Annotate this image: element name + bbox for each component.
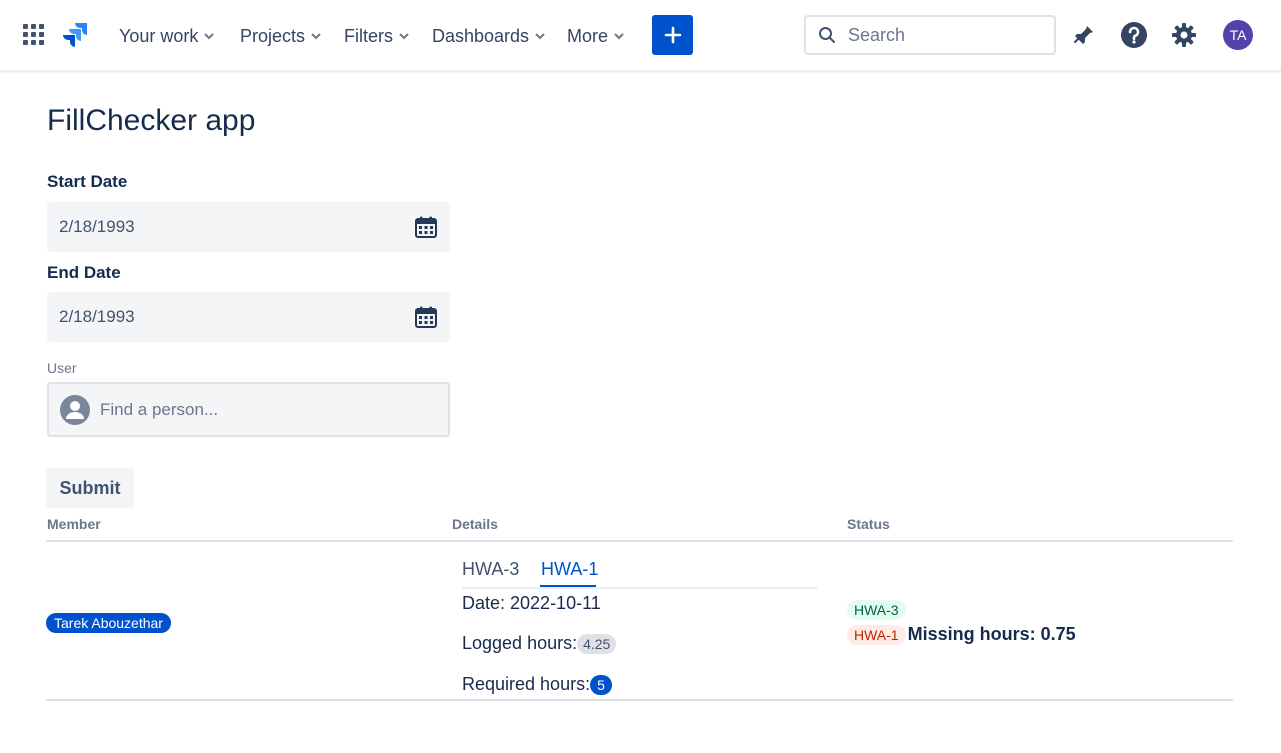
search-icon [819, 27, 835, 43]
nav-your-work-label: Your work [119, 25, 199, 46]
nav-filters[interactable]: Filters [344, 23, 409, 49]
required-hours-value: 5 [590, 674, 613, 695]
end-date-label: End Date [47, 263, 121, 282]
nav-more[interactable]: More [567, 23, 624, 49]
calendar-icon[interactable] [414, 305, 438, 329]
calendar-icon[interactable] [414, 215, 438, 239]
status-missing-lozenge: HWA-1 [847, 624, 906, 645]
app-switcher-icon[interactable] [23, 24, 45, 46]
end-date-input[interactable] [59, 307, 379, 327]
member-badge[interactable]: Tarek Abouzethar [46, 613, 171, 633]
tab-hwa-3[interactable]: HWA-3 [462, 559, 519, 580]
nav-your-work[interactable]: Your work [119, 23, 215, 49]
start-date-label: Start Date [47, 172, 128, 191]
nav-projects[interactable]: Projects [240, 23, 321, 49]
user-avatar[interactable]: TA [1223, 20, 1253, 50]
column-header-status: Status [847, 516, 890, 532]
logged-hours-label: Logged hours: [462, 633, 578, 653]
chevron-down-icon [311, 32, 321, 39]
chevron-down-icon [614, 32, 624, 39]
submit-button[interactable]: Submit [46, 468, 134, 508]
detail-required-hours: Required hours: 5 [462, 674, 613, 695]
tab-hwa-1[interactable]: HWA-1 [541, 559, 598, 580]
nav-dashboards[interactable]: Dashboards [432, 23, 545, 49]
create-button[interactable] [652, 15, 693, 55]
detail-date: Date: 2022-10-11 [462, 593, 601, 613]
chevron-down-icon [399, 32, 409, 39]
help-icon[interactable] [1120, 21, 1148, 49]
table-bottom-divider [46, 699, 1233, 701]
missing-hours-text: Missing hours: 0.75 [907, 624, 1076, 644]
nav-filters-label: Filters [344, 25, 393, 46]
start-date-field[interactable] [47, 202, 450, 252]
person-placeholder-icon [60, 394, 90, 425]
search-box[interactable] [804, 15, 1056, 55]
issue-tabs: HWA-3 HWA-1 [462, 555, 817, 589]
chevron-down-icon [204, 32, 215, 39]
column-header-details: Details [452, 516, 498, 532]
user-label: User [47, 360, 77, 376]
nav-projects-label: Projects [240, 25, 306, 46]
settings-gear-icon[interactable] [1170, 21, 1198, 49]
nav-more-label: More [567, 25, 609, 46]
chevron-down-icon [535, 32, 545, 39]
required-hours-label: Required hours: [462, 674, 591, 694]
top-navigation: Your work Projects Filters Dashboards Mo… [0, 0, 1281, 71]
page-title: FillChecker app [47, 104, 256, 137]
notifications-icon[interactable] [1070, 21, 1098, 49]
user-picker[interactable] [47, 382, 450, 437]
search-input[interactable] [848, 24, 1038, 46]
plus-icon [664, 26, 681, 44]
jira-logo-icon[interactable] [63, 22, 89, 48]
status-missing-row: HWA-1 Missing hours: 0.75 [847, 624, 1076, 645]
start-date-input[interactable] [59, 217, 379, 237]
end-date-field[interactable] [47, 292, 450, 342]
active-tab-indicator [540, 585, 596, 587]
table-header-divider [46, 540, 1233, 542]
nav-dashboards-label: Dashboards [432, 25, 530, 46]
user-search-input[interactable] [100, 399, 420, 420]
logged-hours-value: 4.25 [577, 633, 617, 654]
column-header-member: Member [47, 516, 101, 532]
status-ok-lozenge: HWA-3 [847, 600, 906, 620]
detail-logged-hours: Logged hours: 4.25 [462, 633, 617, 654]
